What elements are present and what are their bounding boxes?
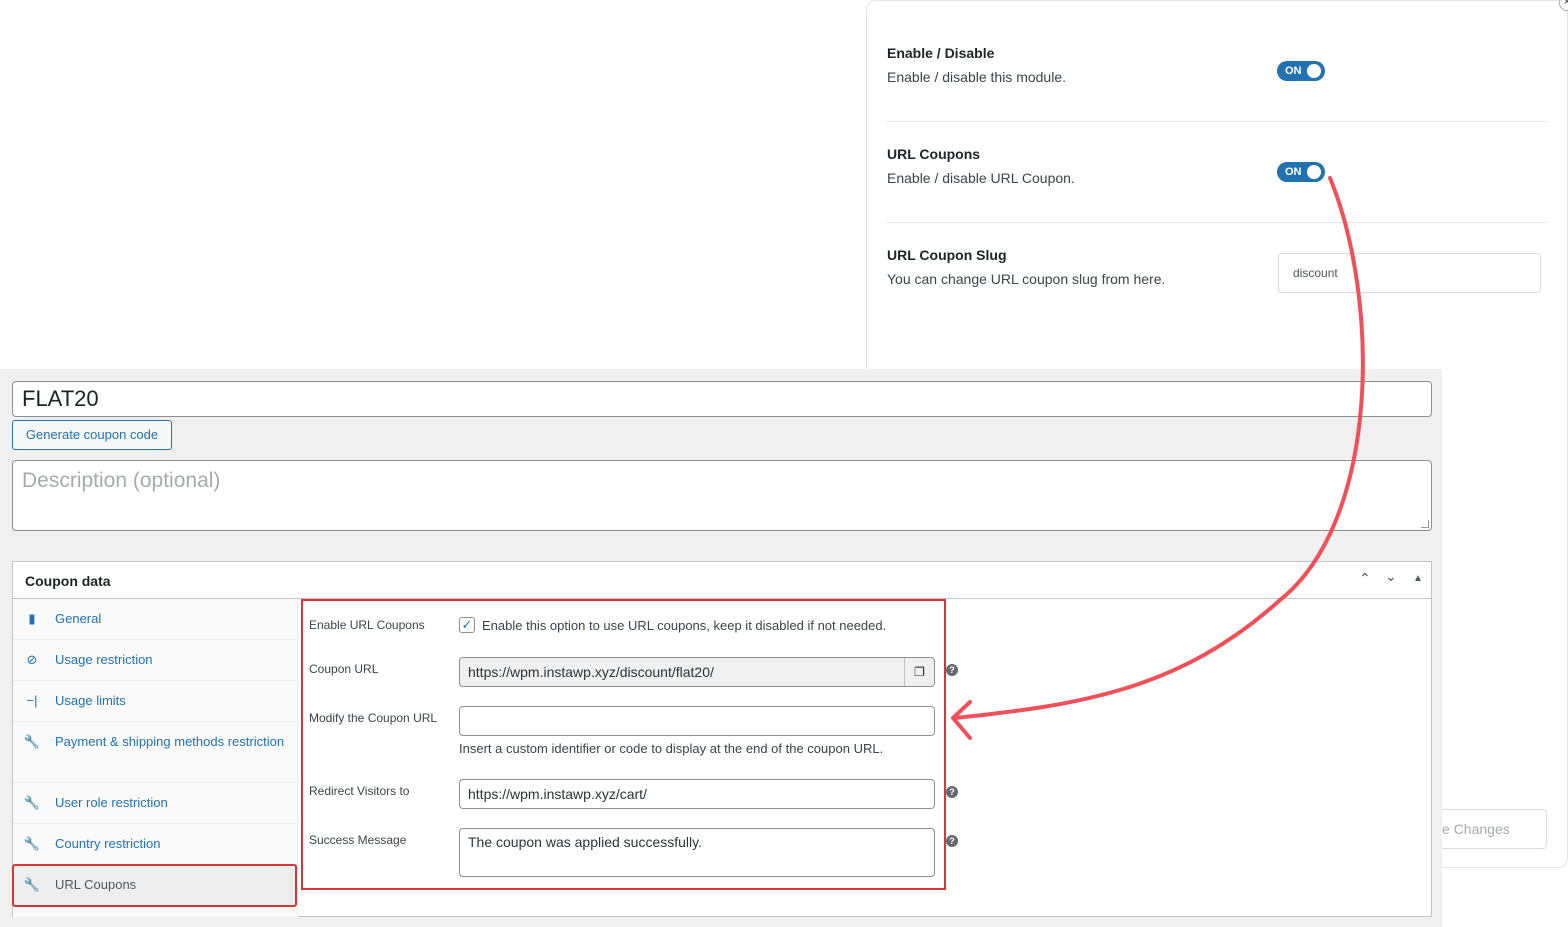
- help-icon[interactable]: ?: [946, 835, 958, 847]
- coupon-url-field[interactable]: https://wpm.instawp.xyz/discount/flat20/…: [459, 657, 935, 687]
- tab-usage-limits[interactable]: −| Usage limits: [13, 681, 298, 722]
- success-message-value: The coupon was applied successfully.: [468, 834, 702, 850]
- coupon-url-label: Coupon URL: [309, 662, 379, 676]
- enable-url-coupons-checkbox[interactable]: ✓: [459, 617, 475, 633]
- tab-label: Country restriction: [55, 836, 161, 851]
- modify-coupon-url-label: Modify the Coupon URL: [309, 711, 438, 725]
- tab-label: Payment & shipping methods restriction: [55, 734, 285, 749]
- setting-url-coupons: URL Coupons Enable / disable URL Coupon.: [887, 146, 1547, 186]
- resize-handle-icon[interactable]: [1421, 520, 1429, 528]
- copy-icon[interactable]: ❐: [904, 658, 934, 686]
- help-icon[interactable]: ?: [946, 664, 958, 676]
- enable-url-coupons-help: Enable this option to use URL coupons, k…: [482, 618, 887, 633]
- setting-desc: Enable / disable this module.: [887, 69, 1066, 85]
- tab-label: General: [55, 611, 102, 626]
- setting-title: Enable / Disable: [887, 45, 995, 61]
- url-coupons-tab-highlight: [12, 864, 297, 907]
- wrench-icon: 🔧: [23, 734, 41, 749]
- description-textarea[interactable]: Description (optional): [12, 460, 1432, 531]
- toggle-label: ON: [1285, 65, 1302, 77]
- tab-label: Usage restriction: [55, 652, 153, 667]
- help-icon[interactable]: ?: [946, 786, 958, 798]
- success-message-label: Success Message: [309, 833, 407, 847]
- tab-label: Usage limits: [55, 693, 126, 708]
- wrench-icon: 🔧: [23, 795, 41, 810]
- tab-country-restriction[interactable]: 🔧 Country restriction: [13, 824, 298, 865]
- redirect-visitors-input[interactable]: https://wpm.instawp.xyz/cart/: [459, 779, 935, 809]
- setting-enable-disable: Enable / Disable Enable / disable this m…: [887, 45, 1547, 85]
- no-entry-icon: ⊘: [26, 652, 38, 667]
- tab-user-role-restriction[interactable]: 🔧 User role restriction: [13, 783, 298, 824]
- toggle-knob: [1307, 165, 1321, 179]
- collapse-toggle-icon[interactable]: ▲: [1413, 573, 1423, 584]
- enable-url-coupons-label: Enable URL Coupons: [309, 618, 425, 632]
- tab-payment-shipping[interactable]: 🔧 Payment & shipping methods restriction: [13, 722, 298, 783]
- generate-coupon-button[interactable]: Generate coupon code: [12, 420, 172, 450]
- tab-usage-restriction[interactable]: ⊘ Usage restriction: [13, 640, 298, 681]
- toggle-label: ON: [1285, 166, 1302, 178]
- coupon-code-input[interactable]: FLAT20: [12, 381, 1432, 417]
- setting-title: URL Coupons: [887, 146, 981, 162]
- move-up-icon[interactable]: ⌃: [1359, 570, 1371, 587]
- tab-label: User role restriction: [55, 795, 168, 810]
- slug-input[interactable]: discount: [1278, 253, 1541, 293]
- modify-coupon-url-input[interactable]: [459, 706, 935, 736]
- ticket-icon: ▮: [28, 611, 36, 626]
- setting-desc: Enable / disable URL Coupon.: [887, 170, 1075, 186]
- coupon-data-header: Coupon data ⌃ ⌄ ▲: [13, 562, 1431, 599]
- divider: [887, 121, 1547, 122]
- toggle-knob: [1307, 64, 1321, 78]
- divider: [887, 222, 1547, 223]
- limits-icon: −|: [26, 693, 38, 708]
- save-changes-button[interactable]: e Changes: [1433, 809, 1547, 849]
- tab-general[interactable]: ▮ General: [13, 599, 298, 640]
- coupon-url-value: https://wpm.instawp.xyz/discount/flat20/: [468, 664, 714, 680]
- wrench-icon: 🔧: [23, 836, 41, 851]
- modify-coupon-url-help: Insert a custom identifier or code to di…: [459, 741, 884, 756]
- coupon-data-title: Coupon data: [25, 573, 111, 589]
- module-toggle[interactable]: ON: [1277, 61, 1325, 81]
- close-icon[interactable]: ×: [1559, 0, 1568, 11]
- move-down-icon[interactable]: ⌄: [1385, 568, 1397, 585]
- redirect-visitors-label: Redirect Visitors to: [309, 784, 410, 798]
- success-message-textarea[interactable]: The coupon was applied successfully.: [459, 828, 935, 877]
- url-coupons-toggle[interactable]: ON: [1277, 162, 1325, 182]
- description-placeholder: Description (optional): [22, 469, 221, 492]
